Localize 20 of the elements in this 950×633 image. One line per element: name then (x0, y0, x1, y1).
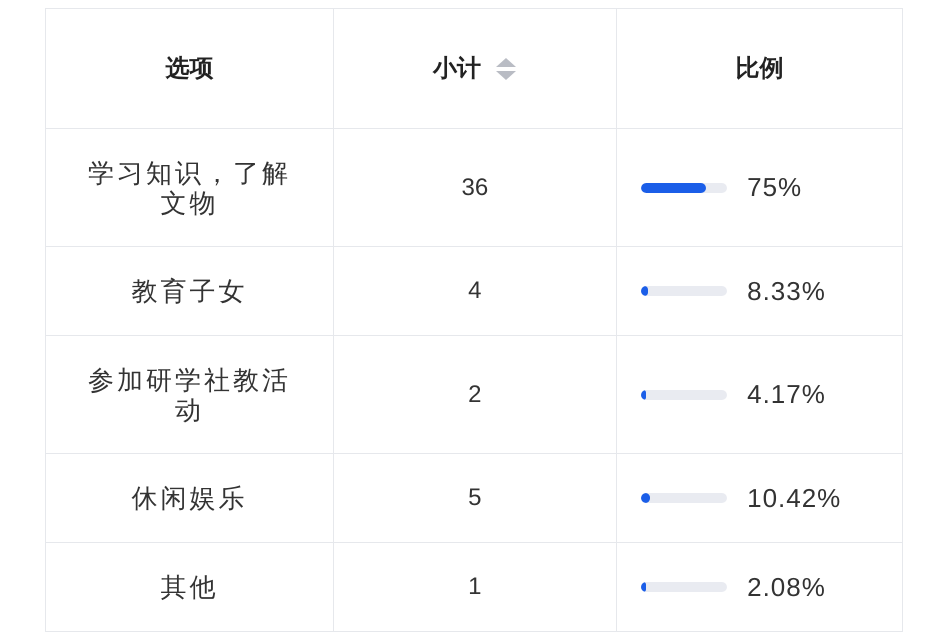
header-label: 比例 (736, 54, 784, 84)
count-text: 36 (461, 174, 488, 200)
percent-text: 75% (747, 171, 802, 204)
sort-icon[interactable] (494, 56, 517, 80)
count-text: 4 (468, 277, 482, 304)
count-text: 2 (468, 380, 482, 408)
count-text: 1 (468, 573, 482, 600)
option-text: 学习知识，了解文物 (86, 158, 292, 218)
option-text: 教育子女 (130, 276, 248, 306)
option-text: 其他 (159, 572, 220, 602)
count-text: 5 (468, 484, 482, 511)
header-label: 小计 (432, 54, 481, 84)
option-text: 休闲娱乐 (130, 483, 248, 513)
header-label: 选项 (165, 54, 214, 84)
percent-text: 2.08% (747, 570, 826, 604)
percent-text: 10.42% (747, 482, 842, 514)
percent-text: 4.17% (747, 378, 826, 411)
column-header[interactable]: 小计 (333, 8, 617, 128)
percent-text: 8.33% (747, 274, 826, 308)
option-text: 参加研学社教活动 (86, 364, 292, 424)
